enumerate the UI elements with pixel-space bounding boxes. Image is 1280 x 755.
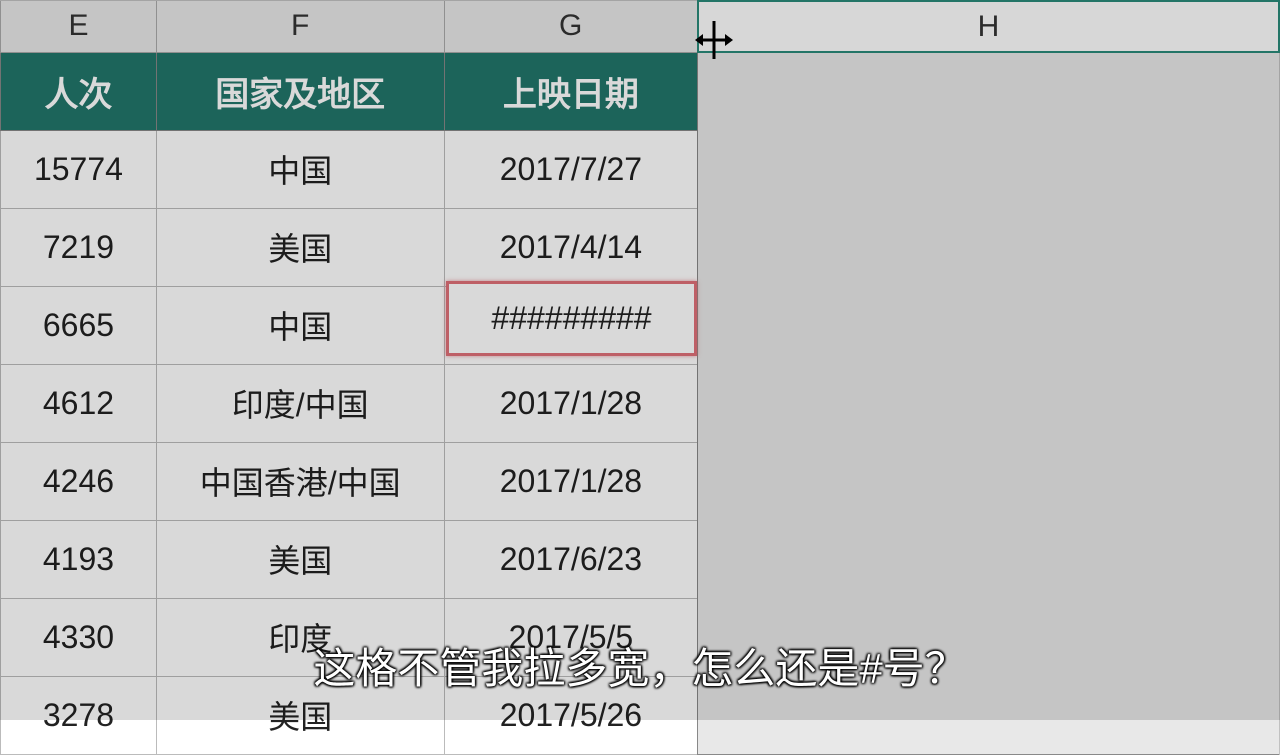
col-header-h[interactable]: H xyxy=(698,1,1279,52)
cell-date[interactable]: 2017/1/28 xyxy=(444,364,698,442)
cell-count[interactable]: 15774 xyxy=(1,130,157,208)
cell-count[interactable]: 7219 xyxy=(1,208,157,286)
cell-region[interactable]: 中国 xyxy=(156,130,444,208)
cell-count[interactable]: 4246 xyxy=(1,442,157,520)
column-header-row: E F G H xyxy=(1,1,1280,52)
header-cell-region[interactable]: 国家及地区 xyxy=(156,52,444,130)
header-cell-count[interactable]: 人次 xyxy=(1,52,157,130)
col-header-f[interactable]: F xyxy=(156,1,444,52)
cell-count[interactable]: 4193 xyxy=(1,520,157,598)
cell-date[interactable]: 2017/7/27 xyxy=(444,130,698,208)
col-header-g[interactable]: G xyxy=(444,1,698,52)
header-cell-date[interactable]: 上映日期 xyxy=(444,52,698,130)
cell-region[interactable]: 美国 xyxy=(156,520,444,598)
cell-region[interactable]: 印度/中国 xyxy=(156,364,444,442)
overflow-highlight[interactable]: ######### xyxy=(446,281,697,356)
cell-count[interactable]: 6665 xyxy=(1,286,157,364)
cell-date[interactable]: 2017/4/14 xyxy=(444,208,698,286)
video-subtitle: 这格不管我拉多宽，怎么还是#号？ xyxy=(0,635,1280,696)
cell-count[interactable]: 4612 xyxy=(1,364,157,442)
cell-date[interactable]: 2017/1/28 xyxy=(444,442,698,520)
cell-region[interactable]: 中国 xyxy=(156,286,444,364)
cell-region[interactable]: 中国香港/中国 xyxy=(156,442,444,520)
cell-region[interactable]: 美国 xyxy=(156,208,444,286)
cell-date[interactable]: 2017/6/23 xyxy=(444,520,698,598)
col-header-e[interactable]: E xyxy=(1,1,157,52)
table-header-row: 人次 国家及地区 上映日期 xyxy=(1,52,1280,130)
